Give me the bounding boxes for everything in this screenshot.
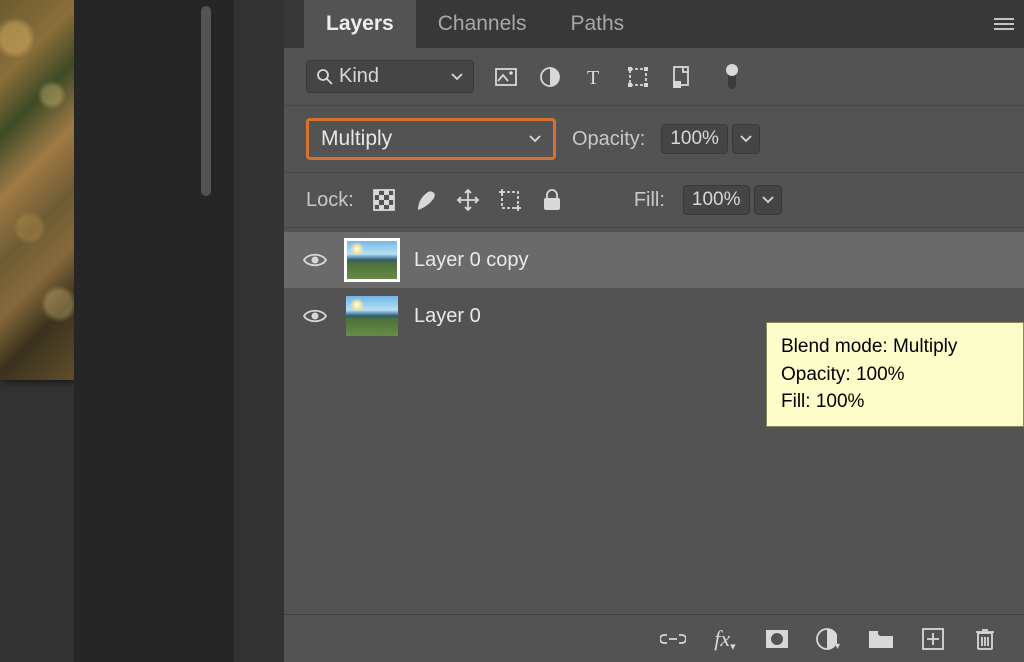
lock-all-icon[interactable] (540, 188, 564, 212)
fill-value-input[interactable]: 100% (683, 185, 750, 215)
tooltip-line: Blend mode: Multiply (781, 333, 1009, 361)
trash-icon[interactable] (972, 626, 998, 652)
layer-tooltip: Blend mode: Multiply Opacity: 100% Fill:… (766, 322, 1024, 427)
opacity-label: Opacity: (572, 128, 645, 151)
link-icon[interactable] (660, 626, 686, 652)
panel-menu-button[interactable] (984, 0, 1024, 48)
blend-opacity-row: Multiply Opacity: 100% (284, 106, 1024, 173)
filter-shape-icon[interactable] (626, 65, 650, 89)
visibility-toggle[interactable] (300, 308, 330, 324)
filter-adjustment-icon[interactable] (538, 65, 562, 89)
filter-pixel-icon[interactable] (494, 65, 518, 89)
tab-paths[interactable]: Paths (548, 0, 646, 48)
layer-name[interactable]: Layer 0 copy (414, 249, 529, 272)
lock-fill-row: Lock: Fill: 100% (284, 173, 1024, 228)
fill-label: Fill: (634, 189, 665, 212)
document-scrollbar[interactable] (201, 6, 211, 196)
opacity-flyout-button[interactable] (732, 124, 760, 154)
chevron-down-icon (529, 135, 541, 143)
blend-mode-dropdown[interactable]: Multiply (306, 118, 556, 160)
adjustment-icon[interactable]: ▾ (816, 626, 842, 652)
lock-position-icon[interactable] (456, 188, 480, 212)
svg-text:T: T (587, 67, 599, 87)
chevron-down-icon (451, 73, 463, 81)
tooltip-line: Fill: 100% (781, 388, 1009, 416)
mask-icon[interactable] (764, 626, 790, 652)
tab-layers[interactable]: Layers (304, 0, 416, 48)
filter-toggle[interactable] (720, 65, 744, 89)
layer-name[interactable]: Layer 0 (414, 305, 481, 328)
layers-bottom-bar: fx▾ ▾ (284, 614, 1024, 662)
tooltip-line: Opacity: 100% (781, 361, 1009, 389)
search-icon (317, 69, 333, 85)
layer-thumbnail[interactable] (346, 240, 398, 280)
blend-mode-value: Multiply (321, 127, 392, 151)
filter-kind-dropdown[interactable]: Kind (306, 60, 474, 93)
layer-item[interactable]: Layer 0 copy (284, 232, 1024, 288)
tab-channels[interactable]: Channels (416, 0, 549, 48)
lock-transparent-icon[interactable] (372, 188, 396, 212)
lock-image-icon[interactable] (414, 188, 438, 212)
layer-list: Layer 0 copy Layer 0 (284, 228, 1024, 662)
panel-tabbar: Layers Channels Paths (284, 0, 1024, 48)
lock-artboard-icon[interactable] (498, 188, 522, 212)
filter-smartobject-icon[interactable] (670, 65, 694, 89)
fx-icon[interactable]: fx▾ (712, 626, 738, 652)
layer-thumbnail[interactable] (346, 296, 398, 336)
filter-kind-label: Kind (339, 65, 379, 88)
lock-label: Lock: (306, 189, 354, 212)
document-canvas-edge (0, 0, 74, 380)
opacity-value-input[interactable]: 100% (661, 124, 728, 154)
visibility-toggle[interactable] (300, 252, 330, 268)
group-icon[interactable] (868, 626, 894, 652)
layer-filter-row: Kind T (284, 48, 1024, 106)
fill-flyout-button[interactable] (754, 185, 782, 215)
new-layer-icon[interactable] (920, 626, 946, 652)
filter-type-icon[interactable]: T (582, 65, 606, 89)
